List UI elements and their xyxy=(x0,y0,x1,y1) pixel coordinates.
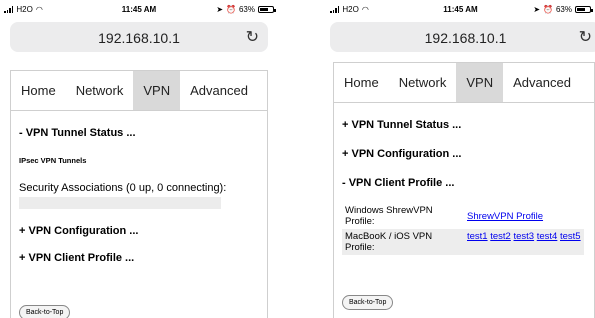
profile-link-test3[interactable]: test3 xyxy=(514,231,535,242)
location-icon: ➤ xyxy=(533,5,541,14)
left-phone-screen: H2O ◠ 11:45 AM ➤ ⏰ 63% 192.168.10.1 ↻ Ho… xyxy=(0,0,278,318)
profile-link-test4[interactable]: test4 xyxy=(537,231,558,242)
url-text[interactable]: 192.168.10.1 xyxy=(10,30,268,46)
nav-bar: Home Network VPN Advanced xyxy=(334,63,594,103)
tab-network[interactable]: Network xyxy=(66,71,134,110)
tab-advanced[interactable]: Advanced xyxy=(503,63,581,102)
alarm-icon: ⏰ xyxy=(543,5,553,14)
address-bar[interactable]: 192.168.10.1 ↻ xyxy=(330,22,595,52)
tab-network[interactable]: Network xyxy=(389,63,457,102)
tab-advanced[interactable]: Advanced xyxy=(180,71,258,110)
back-to-top-button[interactable]: Back-to-Top xyxy=(19,305,71,318)
vpn-client-profile-heading[interactable]: - VPN Client Profile ... xyxy=(342,177,454,189)
client-profile-table: Windows ShrewVPN Profile: ShrewVPN Profi… xyxy=(342,203,584,255)
battery-icon xyxy=(575,6,593,13)
profile-link-test1[interactable]: test1 xyxy=(467,231,488,242)
profile-link-test5[interactable]: test5 xyxy=(560,231,581,242)
nav-bar: Home Network VPN Advanced xyxy=(11,71,267,111)
profile-label: MacBooK / iOS VPN Profile: xyxy=(342,229,464,255)
tab-home[interactable]: Home xyxy=(334,63,389,102)
back-to-top-button[interactable]: Back-to-Top xyxy=(342,295,394,310)
vpn-configuration-heading[interactable]: + VPN Configuration ... xyxy=(19,225,138,237)
address-bar[interactable]: 192.168.10.1 ↻ xyxy=(10,22,268,52)
tab-vpn[interactable]: VPN xyxy=(133,71,181,110)
tab-home[interactable]: Home xyxy=(11,71,66,110)
shrewvpn-profile-link[interactable]: ShrewVPN Profile xyxy=(467,211,543,222)
vpn-tunnel-status-heading[interactable]: + VPN Tunnel Status ... xyxy=(342,119,461,131)
battery-icon xyxy=(258,6,276,13)
vpn-client-profile-heading[interactable]: + VPN Client Profile ... xyxy=(19,252,134,264)
ipsec-tunnels-label: IPsec VPN Tunnels xyxy=(19,156,87,165)
page-content: Home Network VPN Advanced - VPN Tunnel S… xyxy=(10,70,268,318)
profile-link-test2[interactable]: test2 xyxy=(490,231,511,242)
status-bar: H2O ◠ 11:45 AM ➤ ⏰ 63% xyxy=(326,0,595,18)
security-associations-box xyxy=(19,197,221,209)
vpn-tunnel-status-heading[interactable]: - VPN Tunnel Status ... xyxy=(19,127,136,139)
tab-vpn[interactable]: VPN xyxy=(456,63,504,102)
url-text[interactable]: 192.168.10.1 xyxy=(330,30,595,46)
battery-percent: 63% xyxy=(555,5,572,14)
alarm-icon: ⏰ xyxy=(226,5,236,14)
status-bar: H2O ◠ 11:45 AM ➤ ⏰ 63% xyxy=(0,0,278,18)
battery-percent: 63% xyxy=(238,5,255,14)
table-row: MacBooK / iOS VPN Profile: test1 test2 t… xyxy=(342,229,584,255)
table-row: Windows ShrewVPN Profile: ShrewVPN Profi… xyxy=(342,203,584,229)
profile-label: Windows ShrewVPN Profile: xyxy=(345,205,433,227)
page-content: Home Network VPN Advanced + VPN Tunnel S… xyxy=(333,62,595,318)
security-associations-text: Security Associations (0 up, 0 connectin… xyxy=(19,182,227,194)
location-icon: ➤ xyxy=(216,5,224,14)
reload-icon[interactable]: ↻ xyxy=(246,27,259,47)
right-phone-screen: H2O ◠ 11:45 AM ➤ ⏰ 63% 192.168.10.1 ↻ Ho… xyxy=(326,0,595,318)
reload-icon[interactable]: ↻ xyxy=(579,27,592,47)
vpn-configuration-heading[interactable]: + VPN Configuration ... xyxy=(342,148,461,160)
